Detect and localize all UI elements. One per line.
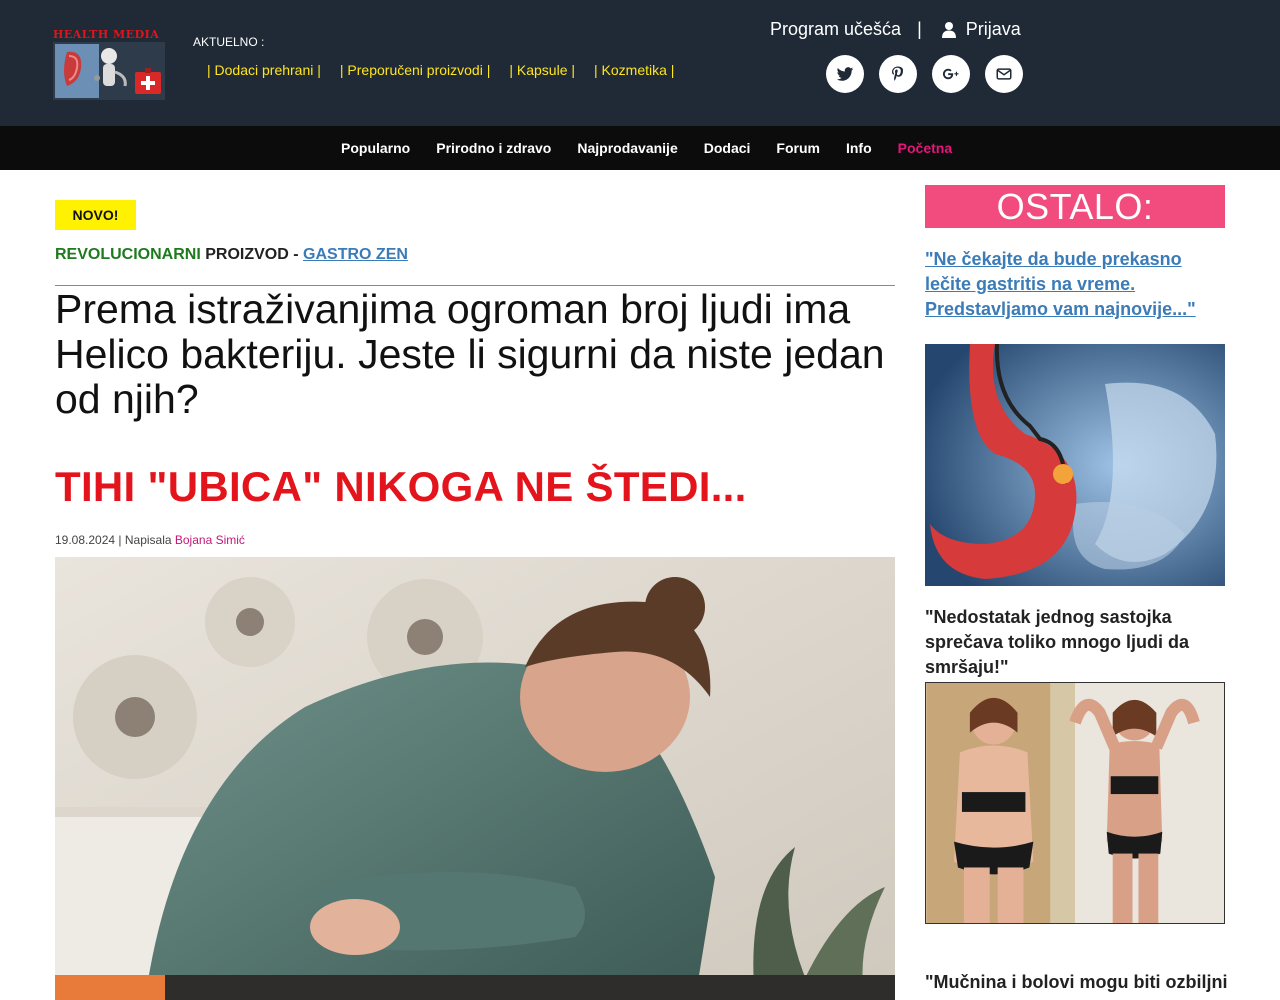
nav-item-forum[interactable]: Forum xyxy=(776,140,820,156)
account-separator: | xyxy=(917,19,922,39)
user-icon xyxy=(941,21,956,38)
article-subhead: TIHI "UBICA" NIKOGA NE ŠTEDI... xyxy=(55,463,747,510)
nav-item-info[interactable]: Info xyxy=(846,140,872,156)
pinterest-icon xyxy=(892,66,904,81)
kicker-product-link[interactable]: GASTRO ZEN xyxy=(303,246,408,263)
sidebar-nausea-quote[interactable]: "Mučnina i bolovi mogu biti ozbiljni xyxy=(925,970,1228,995)
nav-item-prirodno-i-zdravo[interactable]: Prirodno i zdravo xyxy=(436,140,551,156)
stomach-illustration xyxy=(925,344,1225,586)
nav-item-najprodavanije[interactable]: Najprodavanije xyxy=(577,140,677,156)
nav-item-popularno[interactable]: Popularno xyxy=(341,140,410,156)
logo-text: HEALTH MEDIA xyxy=(53,28,160,41)
article-byline: 19.08.2024 | Napisala Bojana Simić xyxy=(55,533,245,547)
nav-item-pocetna[interactable]: Početna xyxy=(898,140,952,156)
twitter-icon xyxy=(836,67,854,81)
google-plus-button[interactable] xyxy=(932,55,970,93)
nav-item-dodaci[interactable]: Dodaci xyxy=(704,140,751,156)
aktuelno-link-kozmetika[interactable]: | Kozmetika | xyxy=(594,62,674,78)
sidebar-weight-loss-quote[interactable]: "Nedostatak jednog sastojka sprečava tol… xyxy=(925,605,1225,680)
email-button[interactable] xyxy=(985,55,1023,93)
pinterest-button[interactable] xyxy=(879,55,917,93)
article-date: 19.08.2024 xyxy=(55,533,116,547)
article-author[interactable]: Bojana Simić xyxy=(175,533,245,547)
account-bar: Program učešća | Prijava xyxy=(770,19,1021,40)
email-icon xyxy=(996,68,1012,80)
program-link[interactable]: Program učešća xyxy=(770,19,901,40)
woman-stomach-pain-photo xyxy=(55,557,895,1000)
sidebar-title: OSTALO: xyxy=(925,185,1225,228)
aktuelno-link-dodaci-prehrani[interactable]: | Dodaci prehrani | xyxy=(207,62,321,78)
kicker-revolucionarni: REVOLUCIONARNI xyxy=(55,246,201,263)
twitter-button[interactable] xyxy=(826,55,864,93)
article-hero-image xyxy=(55,557,895,1000)
aktuelno-link-preporuceni-proizvodi[interactable]: | Preporučeni proizvodi | xyxy=(340,62,490,78)
aktuelno-link-kapsule[interactable]: | Kapsule | xyxy=(509,62,575,78)
login-link[interactable]: Prijava xyxy=(966,19,1021,40)
social-links xyxy=(826,55,1023,93)
main-navigation: Popularno Prirodno i zdravo Najprodavani… xyxy=(0,126,1280,170)
aktuelno-label: AKTUELNO : xyxy=(193,35,265,49)
site-header: HEALTH MEDIA AKTUELNO : | Dodaci prehran… xyxy=(0,0,1280,126)
kicker-proizvod: PROIZVOD - xyxy=(205,246,299,263)
before-after-photo xyxy=(926,683,1224,923)
google-plus-icon xyxy=(942,68,959,80)
aktuelno-links: | Dodaci prehrani | | Preporučeni proizv… xyxy=(207,62,674,78)
sidebar-gastritis-link[interactable]: "Ne čekajte da bude prekasno lečite gast… xyxy=(925,247,1225,322)
logo-illustration xyxy=(53,42,165,100)
article-headline: Prema istraživanjima ogroman broj ljudi … xyxy=(55,286,885,422)
byline-separator: | Napisala xyxy=(115,533,175,547)
site-logo[interactable]: HEALTH MEDIA xyxy=(53,28,165,100)
article-kicker: REVOLUCIONARNI PROIZVOD - GASTRO ZEN xyxy=(55,246,408,264)
sidebar-stomach-image[interactable] xyxy=(925,344,1225,586)
new-badge: NOVO! xyxy=(55,200,136,230)
sidebar-before-after-image[interactable] xyxy=(925,682,1225,924)
